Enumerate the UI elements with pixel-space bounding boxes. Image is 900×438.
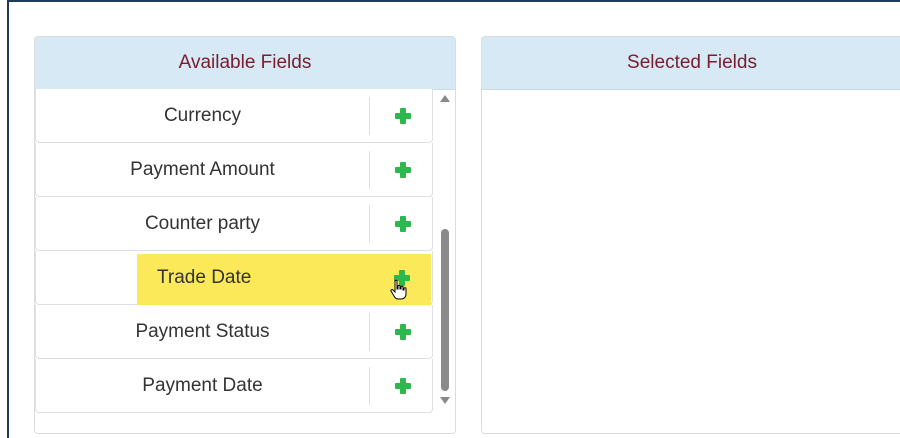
field-label: Payment Date xyxy=(142,374,263,396)
selected-fields-panel: Selected Fields xyxy=(481,36,900,434)
available-fields-header: Available Fields xyxy=(35,37,455,90)
field-label: Counter party xyxy=(144,212,261,234)
selected-fields-header: Selected Fields xyxy=(482,37,900,90)
available-fields-title: Available Fields xyxy=(178,52,312,73)
plus-icon xyxy=(394,162,411,178)
field-row-payment-status: Payment Status xyxy=(35,305,433,359)
field-row-trade-date: Trade Date xyxy=(35,251,434,306)
available-fields-panel: Available Fields Currency Payment Amount… xyxy=(34,36,456,434)
field-row-payment-amount: Payment Amount xyxy=(35,143,433,197)
add-field-button[interactable] xyxy=(369,151,435,189)
plus-icon xyxy=(394,108,411,124)
add-field-button[interactable] xyxy=(369,205,435,243)
selected-fields-list[interactable] xyxy=(482,89,900,433)
field-label: Trade Date xyxy=(157,266,252,288)
selected-fields-title: Selected Fields xyxy=(627,52,757,73)
field-label: Payment Amount xyxy=(130,158,275,180)
add-field-button[interactable] xyxy=(369,259,434,300)
field-label: Payment Status xyxy=(135,320,270,342)
add-field-button[interactable] xyxy=(369,313,435,351)
plus-icon xyxy=(394,378,411,394)
hand-cursor-icon xyxy=(390,279,407,300)
add-field-button[interactable] xyxy=(369,367,435,405)
field-row-currency: Currency xyxy=(35,89,433,143)
available-fields-scrollbar[interactable] xyxy=(435,89,455,409)
plus-icon xyxy=(394,324,411,340)
field-row-payment-date: Payment Date xyxy=(35,359,433,413)
scrollbar-thumb[interactable] xyxy=(441,229,449,391)
plus-icon xyxy=(394,216,411,232)
available-fields-list: Currency Payment Amount Counter party Tr… xyxy=(35,89,433,413)
field-label: Currency xyxy=(163,104,242,126)
scroll-down-arrow-icon[interactable] xyxy=(440,397,450,404)
field-row-counter-party: Counter party xyxy=(35,197,433,251)
field-chooser-frame: Available Fields Currency Payment Amount… xyxy=(7,0,900,438)
scroll-up-arrow-icon[interactable] xyxy=(440,95,450,102)
add-field-button[interactable] xyxy=(369,97,435,135)
